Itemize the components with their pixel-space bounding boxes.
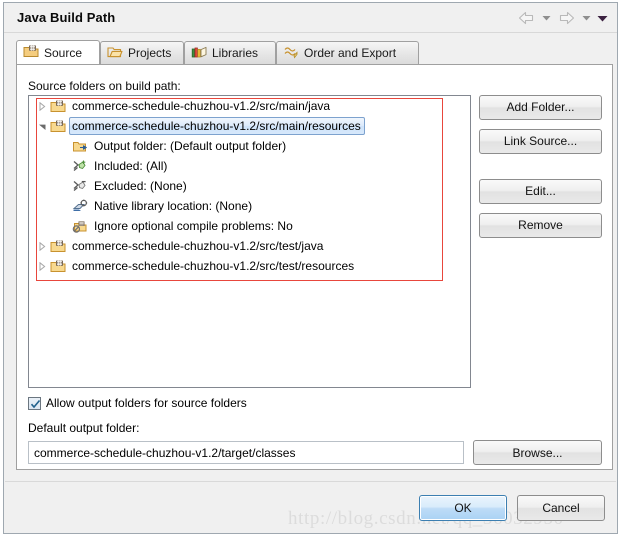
tree-row[interactable]: Output folder: (Default output folder) [29,136,470,156]
tree-row[interactable]: Ignore optional compile problems: No [29,216,470,236]
expand-chevron-right-icon[interactable] [35,261,49,271]
dialog-button-bar: OK Cancel [419,495,605,521]
tree-row[interactable]: commerce-schedule-chuzhou-v1.2/src/main/… [29,96,470,116]
allow-output-folders-label: Allow output folders for source folders [46,396,247,410]
titlebar-nav-icons [515,8,609,28]
tab-libraries-label: Libraries [212,46,259,60]
browse-button[interactable]: Browse... [473,440,602,465]
tree-row[interactable]: commerce-schedule-chuzhou-v1.2/src/test/… [29,256,470,276]
edit-button[interactable]: Edit... [479,179,602,204]
tab-order-and-export-label: Order and Export [304,46,397,60]
native-library-icon [71,199,88,213]
default-output-folder-input[interactable] [28,441,464,464]
tab-source[interactable]: Source [16,40,100,64]
tab-order-and-export[interactable]: Order and Export [276,41,419,64]
default-output-folder-row: Browse... [28,440,602,465]
tab-source-label: Source [44,45,83,60]
libraries-books-icon [191,45,207,62]
tree-row[interactable]: Included: (All) [29,156,470,176]
tree-row-selected[interactable]: commerce-schedule-chuzhou-v1.2/src/main/… [29,116,470,136]
tab-projects-label: Projects [128,46,172,60]
tab-libraries[interactable]: Libraries [184,41,276,64]
dialog-inner: Java Build Path Source Projects Librarie… [3,2,618,534]
source-folder-icon [49,99,66,113]
back-history-chevron-down-icon[interactable] [539,8,553,28]
tree-row-label: commerce-schedule-chuzhou-v1.2/src/main/… [72,99,331,113]
remove-button[interactable]: Remove [479,213,602,238]
tab-projects[interactable]: Projects [100,41,184,64]
forward-history-chevron-down-icon[interactable] [579,8,593,28]
back-arrow-icon[interactable] [515,8,537,28]
page-title: Java Build Path [17,10,116,25]
bottom-separator [5,481,616,482]
build-path-tabs: Source Projects Libraries Order and Expo… [16,40,605,64]
cancel-button[interactable]: Cancel [517,495,605,521]
allow-output-folders-row[interactable]: Allow output folders for source folders [28,396,247,410]
tree-row-label: commerce-schedule-chuzhou-v1.2/src/test/… [72,239,324,253]
projects-folder-icon [107,45,123,62]
tree-row-label: Ignore optional compile problems: No [94,219,293,233]
add-folder-button[interactable]: Add Folder... [479,95,602,120]
tree-row-label: commerce-schedule-chuzhou-v1.2/src/test/… [72,259,355,273]
source-folder-icon [49,239,66,253]
tree-row-label: Native library location: (None) [94,199,253,213]
source-folders-tree[interactable]: commerce-schedule-chuzhou-v1.2/src/main/… [28,95,471,388]
default-output-folder-label: Default output folder: [28,421,140,435]
allow-output-folders-checkbox[interactable] [28,396,41,410]
link-source-button[interactable]: Link Source... [479,129,602,154]
tree-row[interactable]: Excluded: (None) [29,176,470,196]
dialog-menu-chevron-down-icon[interactable] [595,8,609,28]
check-icon [30,399,41,408]
tree-row[interactable]: commerce-schedule-chuzhou-v1.2/src/test/… [29,236,470,256]
output-folder-icon [71,139,88,153]
java-build-path-dialog: Java Build Path Source Projects Librarie… [0,0,621,537]
ok-button[interactable]: OK [419,495,507,521]
source-tab-panel: Source folders on build path: commerce-s… [16,64,613,470]
tree-row[interactable]: Native library location: (None) [29,196,470,216]
source-folders-label: Source folders on build path: [28,79,181,93]
tree-row-label: Excluded: (None) [94,179,187,193]
tree-row-label: Output folder: (Default output folder) [94,139,287,153]
excluded-filter-icon [71,179,88,193]
tree-row-label: Included: (All) [94,159,168,173]
source-action-buttons: Add Folder... Link Source... Edit... Rem… [479,95,602,238]
dialog-titlebar: Java Build Path [4,3,617,33]
order-export-icon [283,45,299,62]
expand-chevron-right-icon[interactable] [35,101,49,111]
included-filter-icon [71,159,88,173]
forward-arrow-icon[interactable] [555,8,577,28]
source-folder-icon [49,259,66,273]
source-folder-icon [49,119,66,133]
ignore-problems-icon [71,219,88,233]
collapse-chevron-down-icon[interactable] [35,122,49,131]
source-folder-icon [23,44,39,61]
expand-chevron-right-icon[interactable] [35,241,49,251]
tree-row-label: commerce-schedule-chuzhou-v1.2/src/main/… [69,117,365,135]
